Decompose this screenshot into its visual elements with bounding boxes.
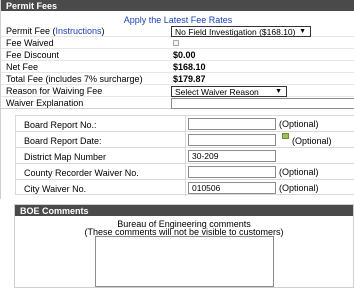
board-report-table: Board Report No.: (Optional) Board Repor… — [15, 115, 354, 196]
net-fee-value: $168.10 — [173, 62, 206, 72]
district-map-row: District Map Number 30-209 — [16, 148, 354, 164]
permit-fee-row: Permit Fee (Instructions) No Field Inves… — [1, 26, 354, 37]
total-fee-value: $179.87 — [173, 74, 206, 84]
boe-comments-header: BOE Comments — [15, 205, 353, 216]
county-waiver-input[interactable] — [188, 166, 276, 178]
waiver-explanation-row: Waiver Explanation — [1, 98, 354, 109]
optional-note: (Optional) — [292, 136, 332, 146]
permit-fee-label: Permit Fee (Instructions) — [6, 26, 105, 36]
city-waiver-label: City Waiver No. — [24, 184, 87, 194]
total-fee-row: Total Fee (includes 7% surcharge) $179.8… — [1, 74, 354, 85]
fee-discount-value: $0.00 — [173, 50, 196, 60]
county-waiver-row: County Recorder Waiver No. (Optional) — [16, 164, 354, 180]
district-map-label: District Map Number — [24, 152, 107, 162]
net-fee-label: Net Fee — [6, 62, 39, 72]
permit-fees-header: Permit Fees — [1, 0, 354, 11]
board-report-no-input[interactable] — [188, 118, 276, 130]
boe-comments-panel: BOE Comments Bureau of Engineering comme… — [14, 204, 354, 288]
optional-note: (Optional) — [279, 183, 319, 193]
dropdown-arrow-icon: ▼ — [275, 88, 282, 95]
calendar-icon[interactable] — [282, 133, 289, 139]
waiver-explanation-input[interactable] — [171, 98, 354, 109]
fee-waived-row: Fee Waived — [1, 38, 354, 49]
board-report-no-label: Board Report No.: — [24, 120, 97, 130]
district-map-input[interactable]: 30-209 — [188, 150, 276, 162]
instructions-link[interactable]: Instructions — [56, 26, 102, 36]
apply-rates-row: Apply the Latest Fee Rates — [1, 14, 354, 25]
dropdown-arrow-icon: ▼ — [299, 28, 306, 35]
waiver-explanation-label: Waiver Explanation — [6, 98, 84, 108]
fee-waived-checkbox[interactable] — [173, 40, 179, 46]
fee-waived-label: Fee Waived — [6, 38, 54, 48]
permit-fees-panel: Permit Fees Apply the Latest Fee Rates P… — [0, 0, 354, 199]
optional-note: (Optional) — [279, 119, 319, 129]
board-report-no-row: Board Report No.: (Optional) — [16, 116, 354, 132]
board-report-date-label: Board Report Date: — [24, 136, 102, 146]
boe-comments-textarea[interactable] — [95, 236, 274, 287]
county-waiver-label: County Recorder Waiver No. — [24, 168, 139, 178]
permit-fee-select[interactable]: No Field Investigation ($168.10) ▼ — [171, 26, 311, 37]
waiver-reason-select[interactable]: Select Waiver Reason ▼ — [171, 86, 287, 97]
waiver-reason-label: Reason for Waiving Fee — [6, 86, 103, 96]
optional-note: (Optional) — [279, 167, 319, 177]
board-report-date-input[interactable] — [188, 134, 276, 146]
waiver-reason-row: Reason for Waiving Fee Select Waiver Rea… — [1, 86, 354, 97]
net-fee-row: Net Fee $168.10 — [1, 62, 354, 73]
fee-discount-row: Fee Discount $0.00 — [1, 50, 354, 61]
apply-latest-fee-rates-link[interactable]: Apply the Latest Fee Rates — [1, 15, 354, 25]
fee-discount-label: Fee Discount — [6, 50, 60, 60]
board-report-date-row: Board Report Date: (Optional) — [16, 132, 354, 148]
city-waiver-row: City Waiver No. 010506 (Optional) — [16, 180, 354, 196]
total-fee-label: Total Fee (includes 7% surcharge) — [6, 74, 143, 84]
city-waiver-input[interactable]: 010506 — [188, 182, 276, 194]
